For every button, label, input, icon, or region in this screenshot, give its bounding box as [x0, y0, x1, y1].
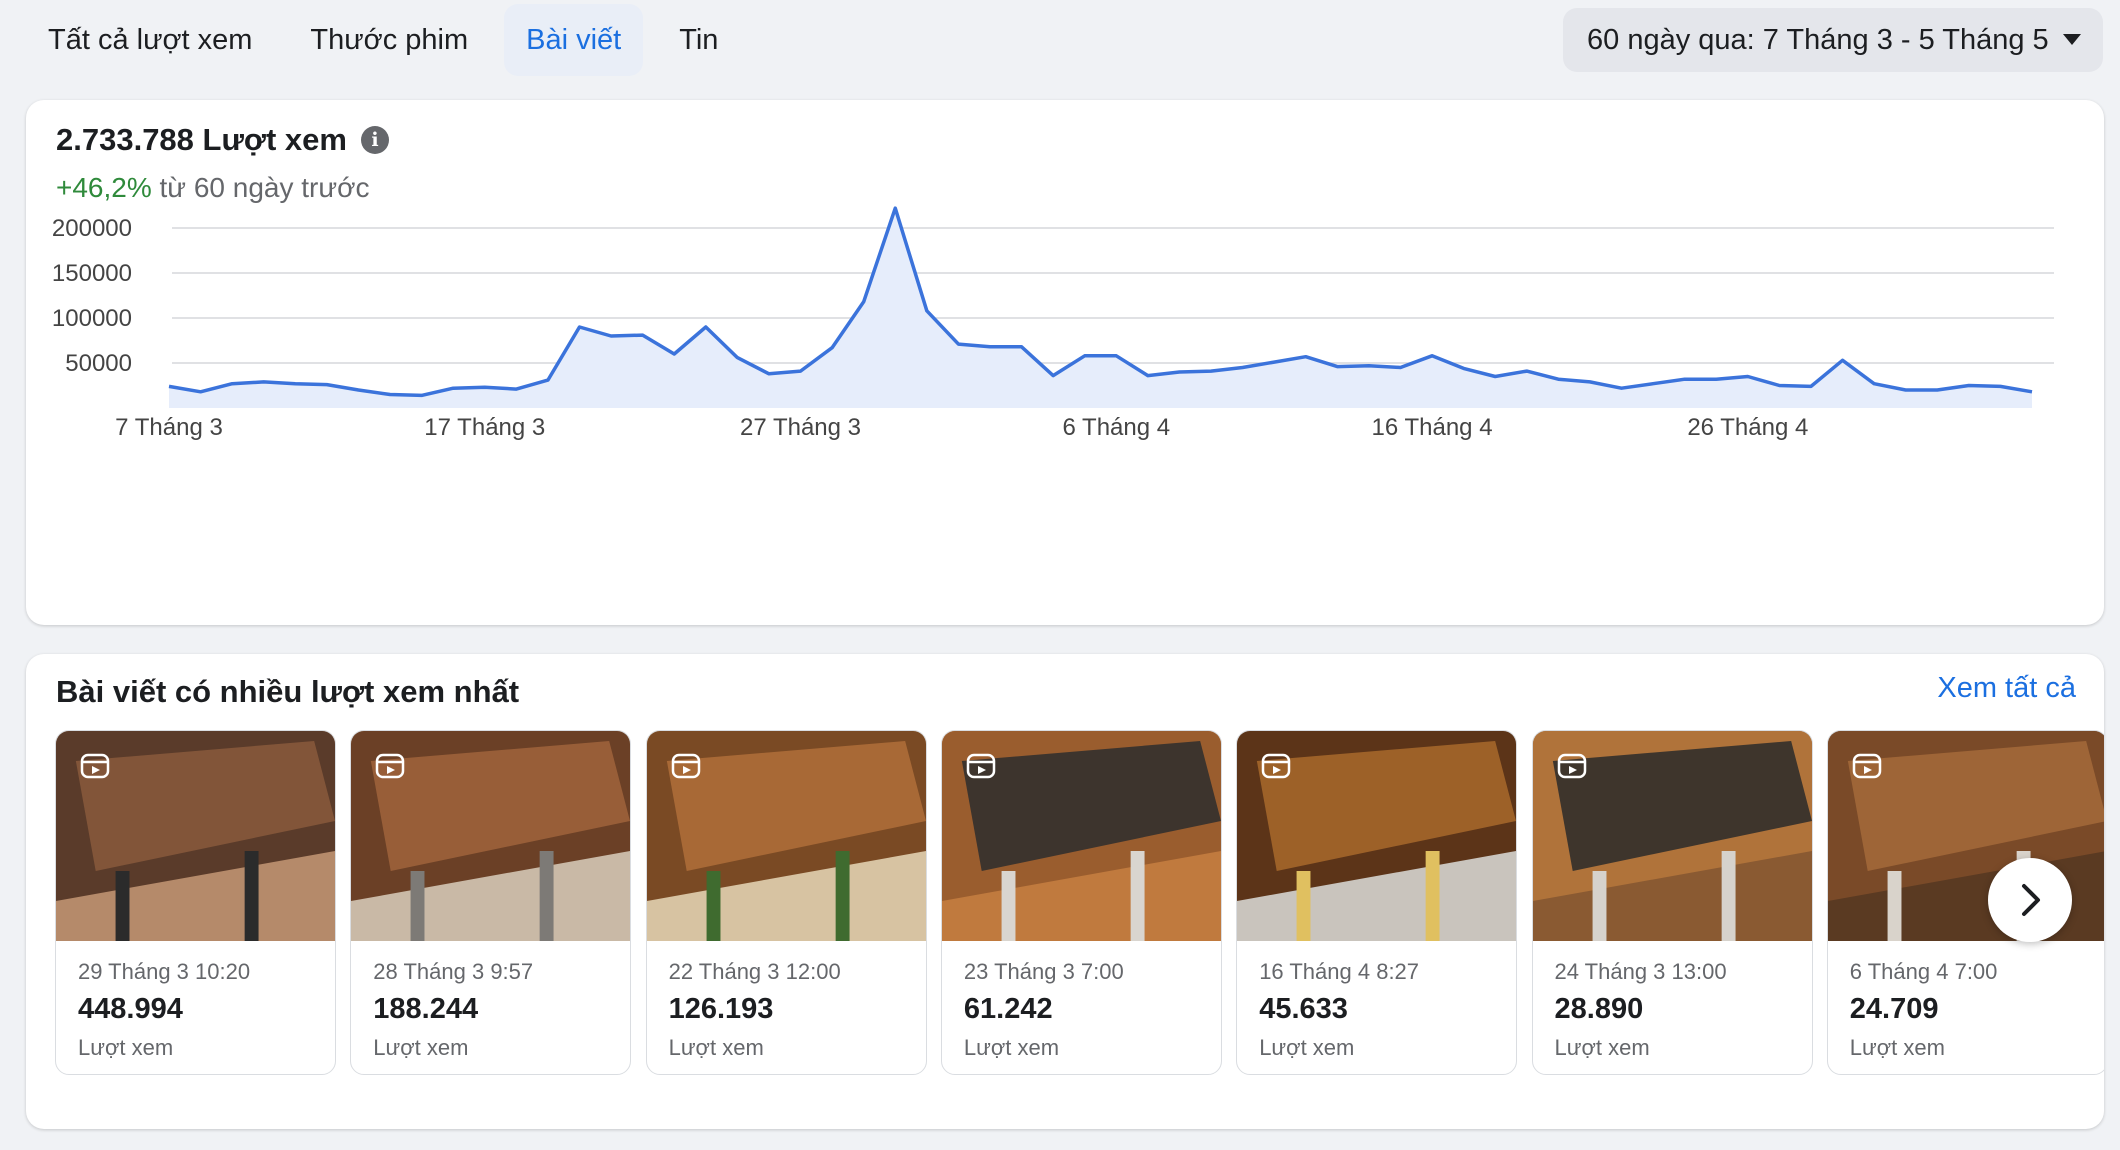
x-tick-label: 6 Tháng 4 [1062, 414, 1170, 441]
tab-all-views[interactable]: Tất cả lượt xem [26, 4, 274, 76]
reel-icon [671, 753, 700, 779]
views-line-chart: 50000 100000 150000 200000 7 Tháng 3 17 Tháng… [52, 206, 2054, 441]
post-date: 28 Tháng 3 9:57 [373, 959, 534, 984]
reel-icon [376, 753, 405, 779]
post-views: 28.890 [1554, 993, 1644, 1025]
reel-icon [1261, 753, 1291, 779]
reel-icon [966, 753, 996, 779]
post-date: 29 Tháng 3 10:20 [78, 959, 251, 984]
y-tick-label: 150000 [52, 260, 132, 287]
post-views-label: Lượt xem [78, 1035, 174, 1060]
x-tick-label: 16 Tháng 4 [1372, 414, 1493, 441]
post-card[interactable]: 24 Tháng 3 13:00 28.890 Lượt xem [1531, 730, 1813, 1075]
post-date: 23 Tháng 3 7:00 [963, 959, 1124, 984]
post-views-label: Lượt xem [1554, 1035, 1650, 1060]
view-type-tabs: Tất cả lượt xem Thước phim Bài viết Tin [26, 4, 754, 76]
y-tick-label: 100000 [52, 305, 132, 332]
post-views-label: Lượt xem [373, 1035, 469, 1060]
x-tick-label: 26 Tháng 4 [1687, 414, 1808, 441]
post-views: 188.244 [373, 993, 479, 1025]
post-views-label: Lượt xem [668, 1035, 764, 1060]
reel-icon [1852, 753, 1882, 779]
post-card[interactable]: 16 Tháng 4 8:27 45.633 Lượt xem [1236, 730, 1518, 1075]
post-card[interactable]: 22 Tháng 3 12:00 126.193 Lượt xem [645, 730, 927, 1075]
y-tick-label: 200000 [52, 215, 132, 242]
x-tick-label: 27 Tháng 3 [740, 414, 861, 441]
post-date: 16 Tháng 4 8:27 [1259, 959, 1420, 984]
post-card[interactable]: 29 Tháng 3 10:20 448.994 Lượt xem [55, 730, 336, 1075]
post-views: 448.994 [78, 993, 183, 1025]
tab-reels[interactable]: Thước phim [288, 4, 490, 76]
reel-icon [1557, 753, 1586, 779]
top-posts-title: Bài viết có nhiều lượt xem nhất [56, 674, 520, 709]
x-tick-label: 7 Tháng 3 [115, 414, 223, 441]
views-chart-card: 2.733.788 Lượt xem i +46,2% từ 60 ngày t… [26, 100, 2104, 625]
post-date: 22 Tháng 3 12:00 [668, 959, 841, 984]
y-tick-label: 50000 [65, 350, 132, 377]
post-views: 61.242 [963, 993, 1053, 1025]
post-date: 24 Tháng 3 13:00 [1554, 959, 1727, 984]
reel-icon [80, 753, 110, 779]
post-views-label: Lượt xem [963, 1035, 1060, 1060]
post-views: 126.193 [668, 993, 774, 1025]
x-tick-label: 17 Tháng 3 [424, 414, 545, 441]
post-views-label: Lượt xem [1849, 1035, 1945, 1060]
see-all-link[interactable]: Xem tất cả [1937, 672, 2076, 705]
caret-down-icon [2063, 34, 2081, 45]
post-views-label: Lượt xem [1259, 1035, 1355, 1060]
date-range-label: 60 ngày qua: 7 Tháng 3 - 5 Tháng 5 [1587, 23, 2049, 56]
tab-stories[interactable]: Tin [657, 4, 740, 76]
post-date: 6 Tháng 4 7:00 [1849, 959, 1998, 984]
post-views: 24.709 [1849, 993, 1939, 1025]
post-views: 45.633 [1259, 993, 1348, 1025]
top-posts-card: Bài viết có nhiều lượt xem nhất Xem tất … [26, 654, 2104, 1129]
chevron-right-icon [2022, 884, 2040, 916]
date-range-dropdown[interactable]: 60 ngày qua: 7 Tháng 3 - 5 Tháng 5 [1563, 8, 2103, 72]
next-button[interactable] [1988, 858, 2072, 942]
tab-posts[interactable]: Bài viết [504, 4, 644, 76]
post-card[interactable]: 23 Tháng 3 7:00 61.242 Lượt xem [940, 730, 1222, 1075]
post-card[interactable]: 28 Tháng 3 9:57 188.244 Lượt xem [350, 730, 632, 1075]
